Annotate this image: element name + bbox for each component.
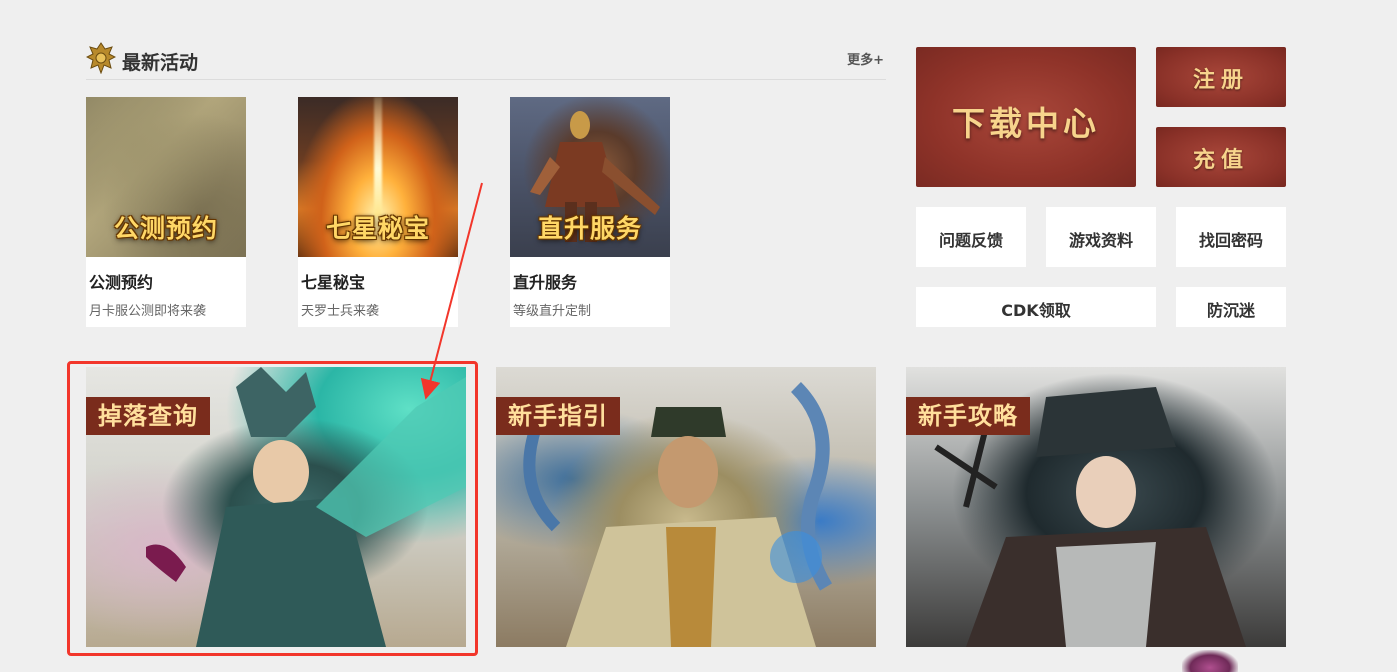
- latest-activities-header: 最新活动 更多+: [86, 40, 886, 80]
- activity-card-image-text: 直升服务: [537, 214, 642, 243]
- register-label: 注册: [1192, 68, 1249, 93]
- anti-addiction-button[interactable]: 防沉迷: [1176, 287, 1286, 327]
- anti-addiction-label: 防沉迷: [1206, 301, 1255, 320]
- cdk-claim-label: CDK领取: [1001, 301, 1071, 320]
- section-title: 最新活动: [122, 52, 199, 74]
- banner-tag: 新手攻略: [906, 397, 1030, 435]
- decorative-character-icon: [1182, 650, 1238, 672]
- activity-card-image: 公测预约: [86, 97, 246, 257]
- activity-card-seven-star-treasure[interactable]: 七星秘宝 七星秘宝 天罗士兵来袭: [298, 97, 458, 327]
- activity-card-level-boost[interactable]: 直升服务 直升服务 等级直升定制: [510, 97, 670, 327]
- activity-card-image: 直升服务: [510, 97, 670, 257]
- recover-password-label: 找回密码: [1198, 231, 1263, 250]
- feedback-label: 问题反馈: [938, 231, 1003, 250]
- activity-card-title: 七星秘宝: [301, 273, 366, 292]
- download-center-label: 下载中心: [952, 104, 1100, 143]
- game-info-label: 游戏资料: [1068, 231, 1133, 250]
- activity-card-desc: 月卡服公测即将来袭: [89, 304, 207, 319]
- register-button[interactable]: 注册: [1156, 47, 1286, 107]
- activity-card-desc: 等级直升定制: [513, 304, 592, 319]
- banner-tag: 新手指引: [496, 397, 620, 435]
- banner-newbie-strategy[interactable]: 新手攻略: [906, 367, 1286, 647]
- banner-newbie-guide[interactable]: 新手指引: [496, 367, 876, 647]
- recover-password-button[interactable]: 找回密码: [1176, 207, 1286, 267]
- cdk-claim-button[interactable]: CDK领取: [916, 287, 1156, 327]
- banner-tag: 掉落查询: [86, 397, 210, 435]
- activity-card-beta-reservation[interactable]: 公测预约 公测预约 月卡服公测即将来袭: [86, 97, 246, 327]
- activity-card-image-text: 七星秘宝: [325, 214, 430, 243]
- activity-card-title: 直升服务: [513, 273, 578, 292]
- activity-card-image-text: 公测预约: [113, 214, 218, 243]
- activity-card-desc: 天罗士兵来袭: [301, 304, 380, 319]
- feedback-button[interactable]: 问题反馈: [916, 207, 1026, 267]
- more-link[interactable]: 更多+: [847, 49, 884, 68]
- activity-card-title: 公测预约: [89, 273, 154, 292]
- dragon-emblem-icon: [86, 42, 116, 74]
- banner-drop-query[interactable]: 掉落查询: [86, 367, 466, 647]
- game-info-button[interactable]: 游戏资料: [1046, 207, 1156, 267]
- recharge-label: 充值: [1192, 148, 1249, 173]
- recharge-button[interactable]: 充值: [1156, 127, 1286, 187]
- download-center-button[interactable]: 下载中心: [916, 47, 1136, 187]
- activity-card-image: 七星秘宝: [298, 97, 458, 257]
